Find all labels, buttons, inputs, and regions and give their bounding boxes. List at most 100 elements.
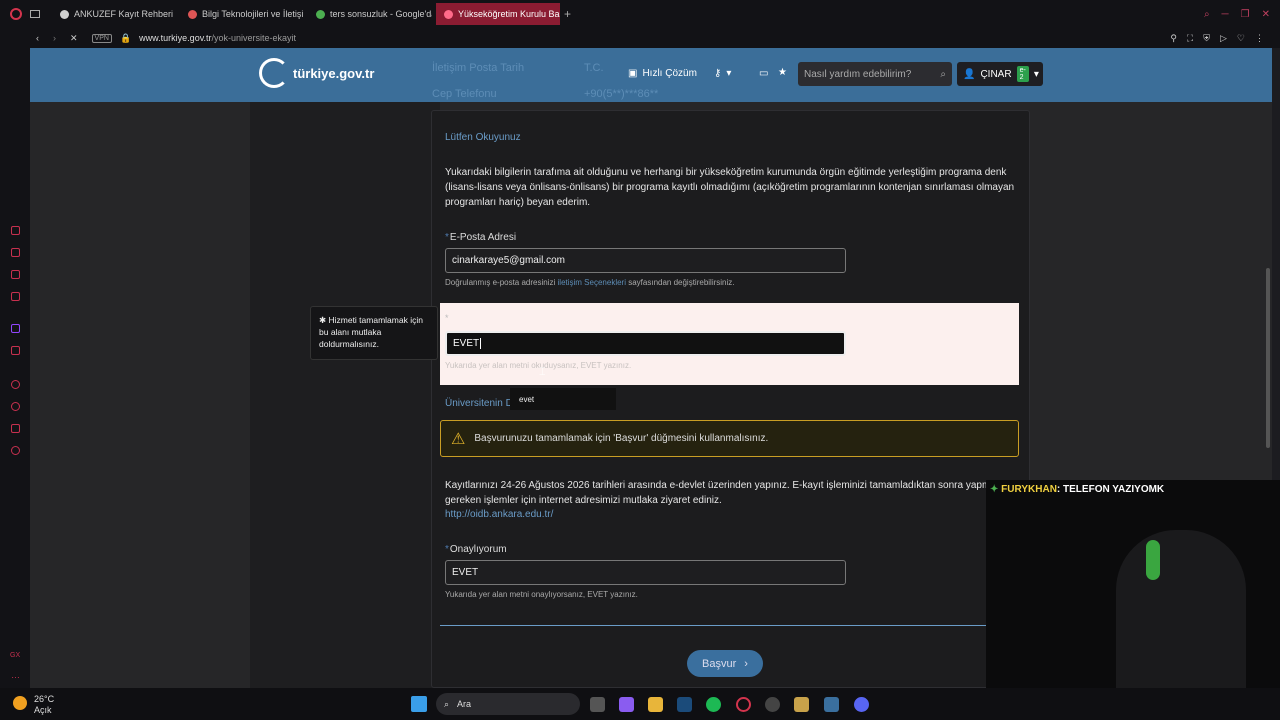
extensions-icon[interactable] [11, 424, 20, 433]
heart-icon[interactable]: ♡ [1237, 33, 1245, 44]
stop-loading-icon[interactable]: ✕ [70, 33, 78, 44]
section-title: Lütfen Okuyunuz [445, 132, 521, 143]
weather-temp: 26°C [34, 694, 55, 704]
address-bar: ‹ › ✕ VPN 🔒 www.turkiye.gov.tr/yok-unive… [0, 28, 1280, 48]
oidb-link[interactable]: http://oidb.ankara.edu.tr/ [445, 509, 553, 520]
league-icon[interactable] [794, 697, 809, 712]
search-icon[interactable]: ⌕ [940, 69, 946, 80]
gx-icon[interactable]: GX [10, 652, 20, 659]
copilot-icon[interactable] [619, 697, 634, 712]
shield-icon[interactable]: ⛨ [1203, 33, 1210, 44]
evet-confirm-field[interactable]: EVET [445, 331, 846, 356]
discord-icon[interactable] [854, 697, 869, 712]
headset-icon [1146, 540, 1160, 580]
required-marker: * [445, 232, 449, 243]
onay-help: Yukarıda yer alan metni onaylıyorsanız, … [445, 590, 638, 599]
iletisim-secenekleri-link[interactable]: iletişim Seçenekleri [558, 278, 626, 287]
user-badge: e-2 [1016, 66, 1029, 82]
autocomplete-suggestion[interactable]: evet [510, 388, 616, 410]
chevron-down-icon: ▾ [726, 68, 732, 79]
obs-icon[interactable] [765, 697, 780, 712]
scrollbar[interactable] [1266, 268, 1270, 448]
mail-icon[interactable] [11, 292, 20, 301]
error-field-highlight: * EVET Yukarıda yer alan metni okuduysan… [440, 303, 1019, 385]
warning-box: ⚠ Başvurunuzu tamamlamak için 'Başvur' d… [440, 420, 1019, 457]
pin-icon[interactable]: ⚲ [1170, 33, 1177, 44]
ghost-label: İletişim Posta Tarih [432, 62, 525, 74]
email-field[interactable]: cinarkaraye5@gmail.com [445, 248, 846, 273]
vpn-badge[interactable]: VPN [91, 33, 112, 43]
forward-icon[interactable]: › [53, 33, 56, 43]
back-icon[interactable]: ‹ [36, 33, 39, 43]
flow-icon[interactable]: ▷ [1220, 33, 1227, 44]
required-marker: * [445, 313, 449, 323]
menu-icon[interactable]: ⋮ [1255, 33, 1264, 44]
onay-field[interactable]: EVET [445, 560, 846, 585]
ghost-label: Cep Telefonu [432, 88, 497, 100]
warning-text: Başvurunuzu tamamlamak için 'Başvur' düğ… [474, 433, 769, 444]
search-tabs-icon[interactable]: ⌕ [1204, 9, 1210, 20]
email-help: Doğrulanmış e-posta adresinizi iletişim … [445, 278, 735, 287]
taskbar-search[interactable]: ⌕ Ara [436, 693, 580, 715]
chat-user: FURYKHAN [1001, 484, 1057, 495]
settings-icon[interactable] [11, 446, 20, 455]
chat-star-icon: ✦ [990, 484, 999, 495]
weather-icon[interactable] [13, 696, 27, 710]
user-menu[interactable]: 👤 ÇINAR e-2 ▾ [957, 62, 1043, 86]
ghost-value: +90(5**)***86** [584, 88, 659, 100]
windows-start-icon[interactable] [411, 696, 427, 712]
tab-yok[interactable]: Yükseköğretim Kurulu Başkanlığı [436, 3, 560, 25]
new-tab-button[interactable]: + [564, 7, 571, 21]
more-icon[interactable]: … [11, 670, 20, 680]
hizli-cozum-button[interactable]: ▣ Hızlı Çözüm [628, 68, 697, 79]
turkiye-gov-logo[interactable]: türkiye.gov.tr [259, 58, 374, 88]
tab-ankuzef[interactable]: ANKUZEF Kayıt Rehberi [52, 3, 176, 25]
twitch-icon[interactable] [11, 324, 20, 333]
browser-tab-bar: ANKUZEF Kayıt Rehberi Bilgi Teknolojiler… [0, 0, 1280, 28]
close-icon[interactable]: ✕ [1262, 9, 1270, 20]
required-marker: * [445, 544, 449, 555]
tab-bilgi-teknolojileri[interactable]: Bilgi Teknolojileri ve İletişim [180, 3, 304, 25]
minimize-icon[interactable]: ─ [1222, 9, 1229, 20]
url-field[interactable]: www.turkiye.gov.tr/yok-universite-ekayit [139, 33, 296, 43]
file-explorer-icon[interactable] [648, 697, 663, 712]
taskbar: 26°C Açık ⌕ Ara [0, 688, 1280, 720]
spotify-icon[interactable] [706, 697, 721, 712]
discount-icon[interactable] [11, 346, 20, 355]
basvur-button[interactable]: Başvur › [687, 650, 763, 677]
user-icon: 👤 [963, 68, 976, 80]
weather-desc: Açık [34, 705, 52, 715]
workspace-icon[interactable] [30, 10, 40, 18]
snapshot-icon[interactable]: ⛶ [1187, 33, 1193, 44]
search-box[interactable]: Nasıl yardım edebilirim? ⌕ [798, 62, 952, 86]
email-label: *E-Posta Adresi [445, 232, 517, 243]
opera-gx-icon[interactable] [736, 697, 751, 712]
opera-icon[interactable] [10, 8, 22, 20]
declaration-text: Yukarıdaki bilgilerin tarafıma ait olduğ… [445, 167, 1015, 208]
search-icon: ⌕ [444, 698, 450, 709]
text-cursor [480, 338, 482, 349]
task-view-icon[interactable] [590, 697, 605, 712]
id-card-icon[interactable]: ▭ [759, 68, 768, 79]
ghost-value: T.C. [584, 62, 604, 74]
shop-icon[interactable] [11, 248, 20, 257]
app-icon[interactable] [824, 697, 839, 712]
university-label: Üniversitenin D [445, 398, 513, 409]
messenger-icon[interactable] [11, 270, 20, 279]
chevron-down-icon: ▾ [1033, 68, 1039, 80]
tools-dropdown[interactable]: ⚷ ▾ [714, 68, 731, 79]
tab-google-search[interactable]: ters sonsuzluk - Google'da [308, 3, 432, 25]
lock-icon: 🔒 [119, 32, 132, 43]
history-icon[interactable] [11, 402, 20, 411]
steam-icon[interactable] [677, 697, 692, 712]
player-icon[interactable] [11, 380, 20, 389]
streamer-silhouette [1116, 530, 1246, 692]
user-name: ÇINAR [980, 68, 1012, 80]
search-input[interactable]: Nasıl yardım edebilirim? [804, 69, 911, 80]
star-icon[interactable]: ★ [778, 67, 787, 78]
tab-favicon-icon [60, 9, 69, 19]
chatgpt-icon[interactable] [11, 226, 20, 235]
google-icon [316, 9, 325, 19]
tab-favicon-icon [188, 9, 197, 19]
restore-icon[interactable]: ❐ [1241, 9, 1250, 20]
